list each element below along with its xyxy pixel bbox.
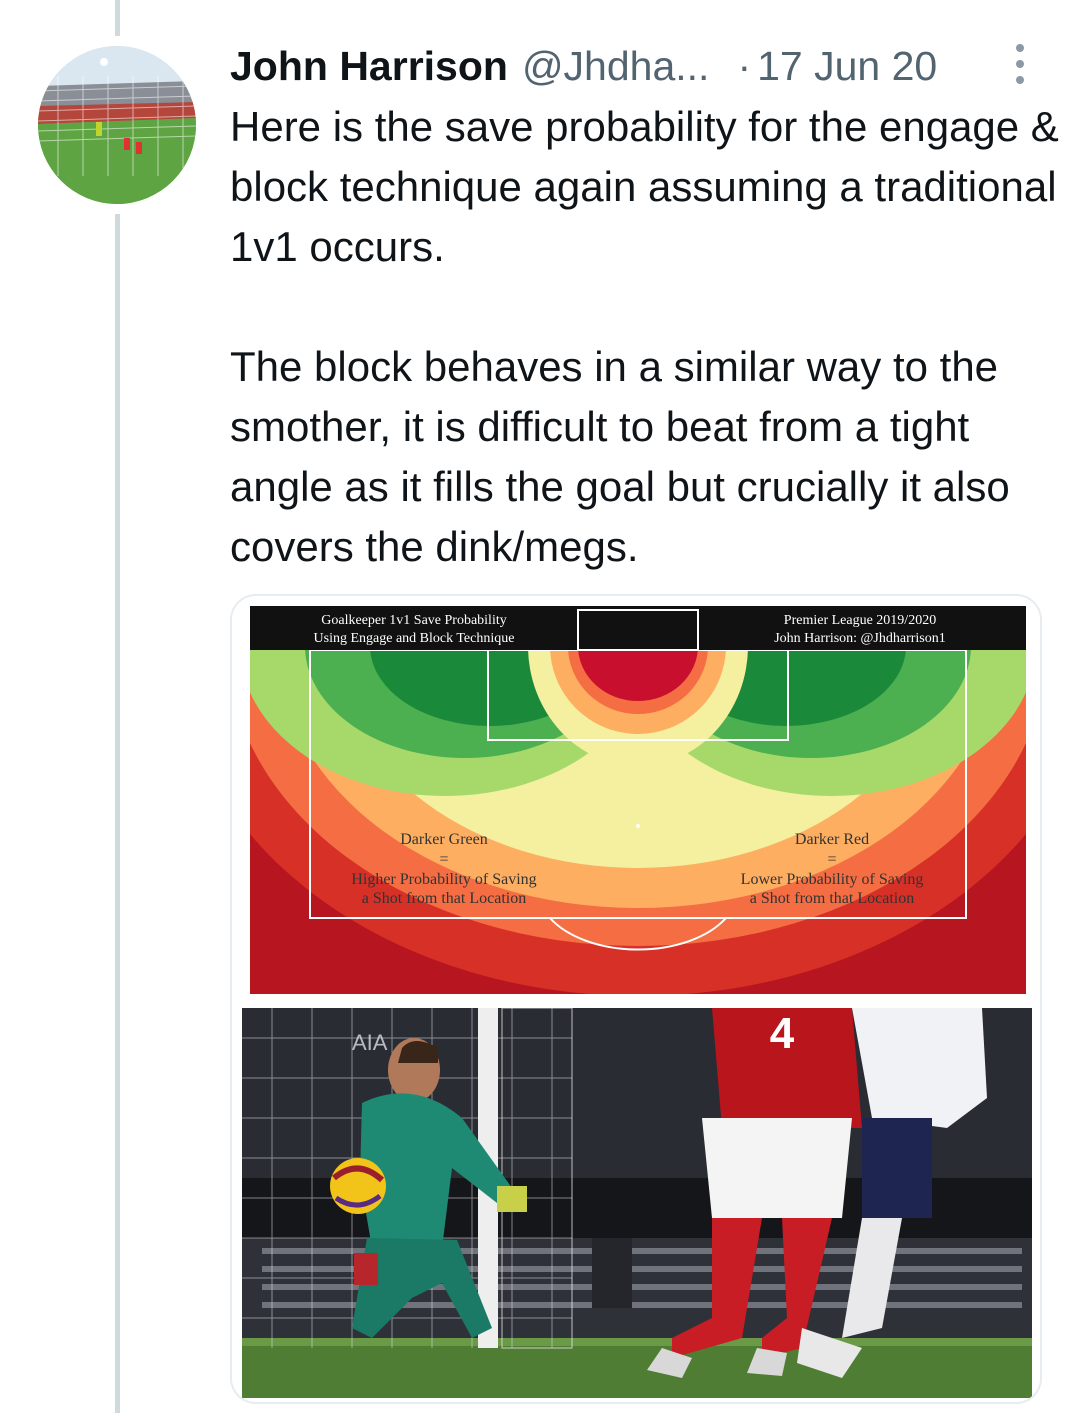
goal-frame xyxy=(577,609,699,651)
author-name[interactable]: John Harrison xyxy=(230,43,508,90)
avatar-image xyxy=(38,46,196,204)
heatmap-header-right-line2: John Harrison: @Jhdharrison1 xyxy=(774,631,946,646)
sponsor-text: AIA xyxy=(352,1030,388,1055)
football-icon xyxy=(330,1158,386,1214)
heatmap-header-left-line2: Using Engage and Block Technique xyxy=(314,631,515,646)
heatmap-header-right-line1: Premier League 2019/2020 xyxy=(784,613,936,628)
goalkeeper-save-photo[interactable]: AIA 4 xyxy=(242,1008,1032,1398)
tweet-text: Here is the save probability for the eng… xyxy=(230,97,1060,577)
media-card[interactable]: Goalkeeper 1v1 Save Probability Using En… xyxy=(230,594,1042,1404)
heatmap-graphic: Goalkeeper 1v1 Save Probability Using En… xyxy=(250,606,1026,994)
legend-left-line1: Higher Probability of Saving xyxy=(351,871,536,888)
tweet-paragraph-1: Here is the save probability for the eng… xyxy=(230,103,1059,270)
author-handle[interactable]: @Jhdha... xyxy=(522,43,710,90)
legend-left-eq: = xyxy=(439,851,448,868)
tweet-date[interactable]: 17 Jun 20 xyxy=(757,43,937,90)
legend-right-title: Darker Red xyxy=(795,831,869,848)
thread-line-top xyxy=(115,0,120,36)
heatmap-header-left-line1: Goalkeeper 1v1 Save Probability xyxy=(321,613,506,628)
legend-right-line2: a Shot from that Location xyxy=(750,890,914,907)
camera-equipment xyxy=(592,1238,632,1308)
legend-left-line2: a Shot from that Location xyxy=(362,890,526,907)
thread-line-bottom xyxy=(115,214,120,1413)
shirt-number: 4 xyxy=(770,1009,795,1058)
header-separator: · xyxy=(737,42,752,89)
legend-left-title: Darker Green xyxy=(400,831,488,848)
tweet-paragraph-2: The block behaves in a similar way to th… xyxy=(230,343,1010,570)
more-options-icon[interactable] xyxy=(1010,44,1030,84)
legend-right-line1: Lower Probability of Saving xyxy=(741,871,924,888)
heatmap-image[interactable]: Goalkeeper 1v1 Save Probability Using En… xyxy=(250,606,1026,994)
legend-right-eq: = xyxy=(827,851,836,868)
avatar[interactable] xyxy=(38,46,196,204)
photo-graphic: AIA 4 xyxy=(242,1008,1032,1398)
tweet-header: John Harrison @Jhdha... · 17 Jun 20 xyxy=(230,40,1060,92)
